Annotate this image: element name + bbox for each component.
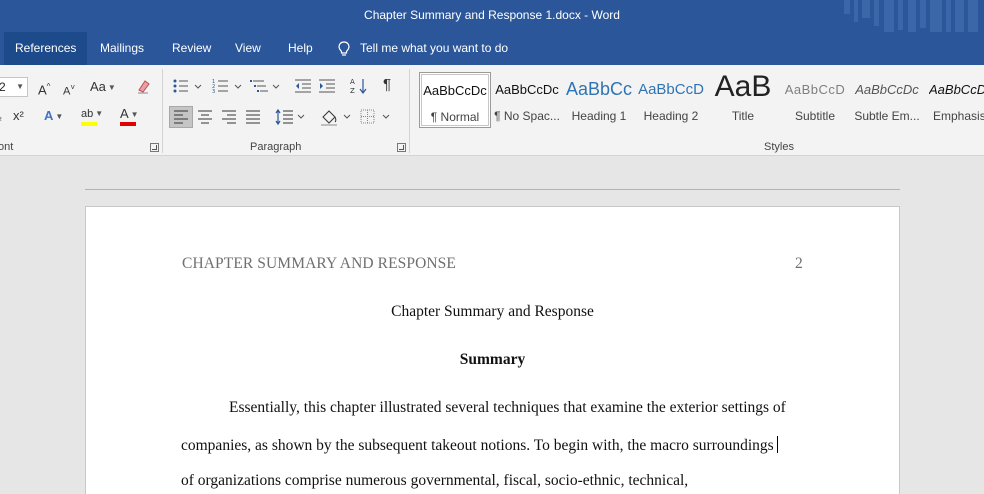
chevron-down-icon[interactable]: ▼ <box>16 78 24 96</box>
font-size-combo[interactable]: 2 ▼ <box>0 77 28 97</box>
style-heading-2[interactable]: AaBbCcD Heading 2 <box>635 72 707 128</box>
subscript-button[interactable]: ₂ <box>0 110 2 126</box>
title-bar-decoration <box>844 0 978 32</box>
style-sample: AaBbCcDc <box>855 82 919 97</box>
running-header[interactable]: CHAPTER SUMMARY AND RESPONSE <box>182 255 456 273</box>
style-subtitle[interactable]: AaBbCcD Subtitle <box>779 72 851 128</box>
superscript-label: x² <box>13 108 24 123</box>
previous-page-edge <box>85 189 900 190</box>
tab-references[interactable]: References <box>4 32 88 65</box>
change-case-button[interactable]: Aa ▼ <box>90 79 116 96</box>
style-emphasis[interactable]: AaBbCcD Emphasis <box>923 72 984 128</box>
justify-icon[interactable] <box>245 110 261 124</box>
group-separator <box>409 69 410 153</box>
document-canvas[interactable]: CHAPTER SUMMARY AND RESPONSE 2 Chapter S… <box>0 157 984 494</box>
group-separator <box>162 69 163 153</box>
paragraph-group-label: Paragraph <box>250 141 302 153</box>
document-page[interactable]: CHAPTER SUMMARY AND RESPONSE 2 Chapter S… <box>85 206 900 494</box>
highlight-color-swatch <box>81 122 97 126</box>
style-name: ¶ Normal <box>430 110 480 124</box>
style-name: ¶ No Spac... <box>494 109 560 123</box>
highlight-label: ab <box>81 108 94 120</box>
tab-help[interactable]: Help <box>277 32 324 65</box>
style-name: Heading 1 <box>571 109 627 123</box>
sort-icon[interactable]: AZ <box>350 77 368 95</box>
decrease-indent-icon[interactable] <box>294 78 312 94</box>
font-dialog-launcher[interactable] <box>150 143 159 152</box>
chevron-down-icon: ▼ <box>107 82 116 92</box>
style-sample: AaBbCcD <box>929 82 984 97</box>
style-name: Title <box>731 109 755 123</box>
align-right-icon[interactable] <box>221 110 237 124</box>
style-sample: AaB <box>714 70 772 103</box>
style-sample: AaBbCcD <box>784 82 846 97</box>
style-name: Emphasis <box>933 109 984 123</box>
style-sample: AaBbCcD <box>638 81 704 98</box>
paragraph-dialog-launcher[interactable] <box>397 143 406 152</box>
ribbon: 2 ▼ A^ A˅ Aa▼ ₂ x² A▼ ab▼ A▼ ont 123 <box>0 65 984 156</box>
chevron-down-icon: ▼ <box>55 111 64 121</box>
text-cursor <box>776 436 778 453</box>
grow-font-button[interactable]: A^ <box>38 79 50 98</box>
chevron-down-icon: ▼ <box>95 109 104 119</box>
font-color-swatch <box>120 122 136 126</box>
clear-formatting-icon[interactable] <box>136 78 152 94</box>
style-sample: AaBbCcDc <box>423 83 487 98</box>
align-center-icon[interactable] <box>197 110 213 124</box>
paragraph-line[interactable]: Essentially, this chapter illustrated se… <box>229 399 786 417</box>
chevron-down-icon: ▼ <box>130 109 139 119</box>
bullets-icon[interactable] <box>172 78 202 94</box>
font-size-value: 2 <box>0 80 6 94</box>
font-color-button[interactable]: A ▼ <box>120 106 139 126</box>
paragraph-line[interactable]: of organizations comprise numerous gover… <box>181 472 688 490</box>
document-title[interactable]: Chapter Summary and Response <box>86 303 899 321</box>
paragraph-line-text: companies, as shown by the subsequent ta… <box>181 437 774 454</box>
svg-text:Z: Z <box>350 87 355 95</box>
tab-mailings[interactable]: Mailings <box>89 32 155 65</box>
borders-icon[interactable] <box>360 109 392 125</box>
show-formatting-marks-button[interactable]: ¶ <box>383 77 391 93</box>
paragraph-line[interactable]: companies, as shown by the subsequent ta… <box>181 436 778 455</box>
style-sample: AaBbCc <box>565 79 633 99</box>
highlight-button[interactable]: ab ▼ <box>81 106 104 126</box>
style-name: Heading 2 <box>643 109 699 123</box>
change-case-label: Aa <box>90 79 106 94</box>
style-no-spacing[interactable]: AaBbCcDc ¶ No Spac... <box>491 72 563 128</box>
style-sample: AaBbCcDc <box>495 82 559 97</box>
tell-me-label: Tell me what you want to do <box>360 41 509 55</box>
style-title[interactable]: AaB Title <box>707 70 779 128</box>
superscript-button[interactable]: x² <box>13 108 24 124</box>
style-heading-1[interactable]: AaBbCc Heading 1 <box>563 72 635 128</box>
line-spacing-icon[interactable] <box>275 108 305 126</box>
lightbulb-icon <box>338 41 350 56</box>
align-left-icon[interactable] <box>173 110 189 124</box>
style-subtle-emphasis[interactable]: AaBbCcDc Subtle Em... <box>851 72 923 128</box>
text-effects-button[interactable]: A ▼ <box>44 108 63 125</box>
svg-text:3: 3 <box>212 89 215 94</box>
text-effects-label: A <box>44 108 54 123</box>
multilevel-list-icon[interactable] <box>250 78 280 94</box>
page-number[interactable]: 2 <box>795 255 803 273</box>
numbering-icon[interactable]: 123 <box>212 78 242 94</box>
title-bar: Chapter Summary and Response 1.docx - Wo… <box>0 0 984 32</box>
tab-view[interactable]: View <box>224 32 272 65</box>
style-name: Subtle Em... <box>854 109 920 123</box>
style-name: Subtitle <box>794 109 836 123</box>
tab-review[interactable]: Review <box>161 32 222 65</box>
svg-text:A: A <box>350 78 355 86</box>
style-normal[interactable]: AaBbCcDc ¶ Normal <box>419 72 491 128</box>
ribbon-tabs: References Mailings Review View Help Tel… <box>0 32 984 65</box>
styles-group-label: Styles <box>764 141 794 153</box>
font-group-label: ont <box>0 141 14 153</box>
shrink-font-button[interactable]: A˅ <box>63 80 75 100</box>
shading-icon[interactable] <box>320 108 352 126</box>
section-heading[interactable]: Summary <box>86 351 899 369</box>
font-color-label: A <box>120 106 129 121</box>
increase-indent-icon[interactable] <box>318 78 336 94</box>
tell-me-search[interactable]: Tell me what you want to do <box>338 32 508 65</box>
